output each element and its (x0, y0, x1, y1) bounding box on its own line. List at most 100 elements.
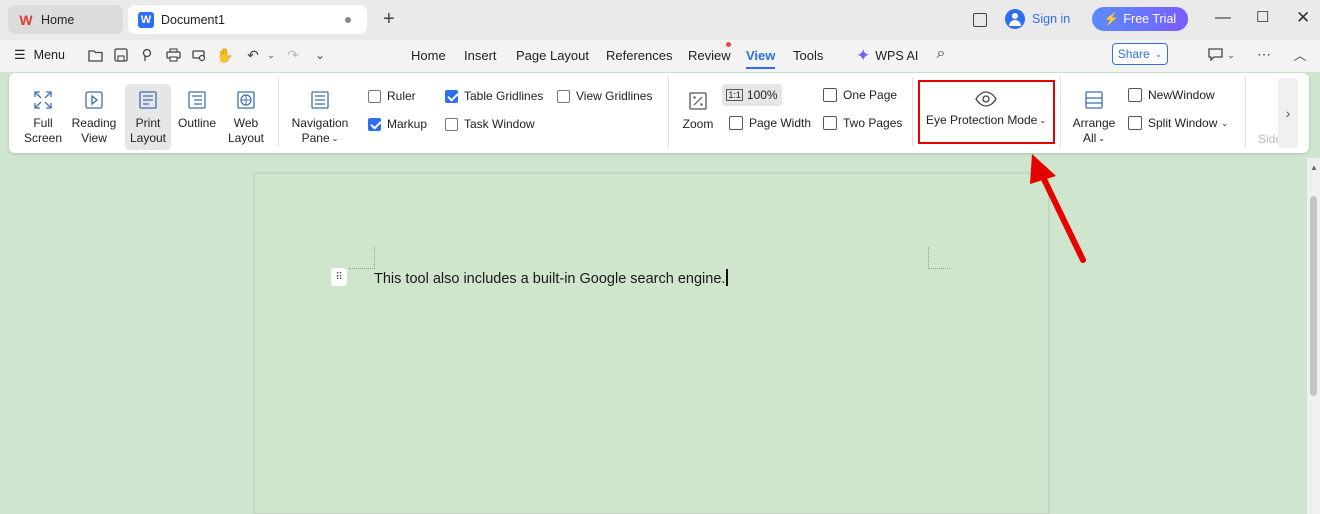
export-pdf-icon[interactable] (138, 46, 156, 64)
reading-view-icon (85, 91, 103, 109)
zoom-label: Zoom (682, 117, 714, 131)
maximize-icon[interactable]: ☐ (1256, 8, 1269, 26)
more-options-icon[interactable]: ⋯ (1255, 45, 1273, 63)
comment-dropdown-icon[interactable]: ⌄ (1222, 46, 1240, 64)
search-icon[interactable]: ⌕ (932, 45, 950, 63)
vertical-scrollbar[interactable]: ▲ (1307, 158, 1320, 514)
document-page[interactable] (254, 173, 1049, 514)
open-folder-icon[interactable] (86, 46, 104, 64)
table-gridlines-checkbox[interactable]: Table Gridlines (445, 89, 543, 103)
document-paragraph: This tool also includes a built-in Googl… (374, 271, 726, 287)
reading-view-button[interactable]: Reading View (71, 90, 117, 146)
scroll-top-icon[interactable]: ▲ (1310, 163, 1318, 172)
tab-home-menu[interactable]: Home (411, 48, 446, 63)
close-icon[interactable]: ✕ (1296, 8, 1310, 28)
paragraph-drag-handle-icon[interactable]: ⠿ (331, 268, 347, 286)
chevron-down-icon: ⌄ (1039, 116, 1047, 125)
scrollbar-thumb[interactable] (1310, 196, 1317, 396)
two-pages-button[interactable]: Two Pages (823, 116, 902, 130)
view-gridlines-checkbox-box[interactable] (557, 89, 570, 103)
sign-in-label: Sign in (1032, 12, 1071, 26)
print-preview-icon[interactable] (190, 46, 208, 64)
zoom-button[interactable]: Zoom (680, 91, 716, 132)
tab-insert[interactable]: Insert (464, 48, 497, 63)
ribbon-divider (1245, 77, 1246, 147)
web-layout-label-2: Layout (227, 131, 265, 145)
view-gridlines-checkbox[interactable]: View Gridlines (557, 89, 652, 103)
eye-protection-mode-button[interactable]: Eye Protection Mode ⌄ (922, 91, 1050, 128)
markup-checkbox-box[interactable] (368, 117, 381, 131)
ribbon-divider (1060, 77, 1061, 147)
navigation-pane-icon (311, 91, 329, 109)
reading-view-label-2: View (81, 131, 107, 145)
print-icon[interactable] (164, 46, 182, 64)
tab-view[interactable]: View (746, 48, 776, 69)
share-button[interactable]: Share ⌄ (1112, 43, 1168, 65)
title-bar: W Home W Document1 + Sign in ⚡ Free Tria… (0, 0, 1320, 40)
new-window-button[interactable]: NewWindow (1128, 88, 1215, 102)
tab-page-layout[interactable]: Page Layout (516, 48, 589, 63)
outline-icon (188, 91, 206, 109)
full-screen-button[interactable]: Full Screen (24, 90, 62, 146)
one-page-label: One Page (843, 88, 898, 102)
page-width-button[interactable]: Page Width (729, 116, 811, 130)
tab-manager-icon[interactable] (973, 13, 987, 27)
one-page-icon (823, 88, 837, 102)
arrange-all-label-1: Arrange (1072, 116, 1116, 130)
ribbon-scroll-right-icon[interactable]: › (1278, 78, 1298, 148)
new-window-icon (1128, 88, 1142, 102)
menu-button[interactable]: ☰ Menu (14, 47, 65, 63)
more-quick-actions-icon[interactable]: ⌄ (311, 46, 329, 64)
redo-icon[interactable]: ↷ (284, 46, 302, 64)
navigation-pane-label-row: Pane ⌄ (302, 131, 339, 146)
save-icon[interactable] (112, 46, 130, 64)
zoom-100-button[interactable]: 1:1 100% (722, 84, 782, 106)
table-gridlines-label: Table Gridlines (464, 89, 544, 103)
one-page-button[interactable]: One Page (823, 88, 897, 102)
ruler-checkbox-box[interactable] (368, 89, 381, 103)
full-screen-label-2: Screen (23, 131, 63, 145)
wps-logo-icon: W (19, 11, 33, 28)
arrange-all-button[interactable]: Arrange All ⌄ (1070, 90, 1118, 146)
tab-tools[interactable]: Tools (793, 48, 823, 63)
eye-icon (975, 91, 997, 107)
new-tab-icon[interactable]: + (383, 8, 395, 31)
undo-dropdown-icon[interactable]: ⌄ (262, 46, 280, 64)
wps-ai-label: WPS AI (875, 49, 919, 63)
minimize-icon[interactable]: — (1215, 9, 1231, 27)
task-window-checkbox-box[interactable] (445, 117, 458, 131)
free-trial-button[interactable]: ⚡ Free Trial (1092, 7, 1188, 31)
sign-in-button[interactable]: Sign in (1005, 9, 1070, 29)
undo-icon[interactable]: ↶ (244, 46, 262, 64)
arrange-all-label-2: All (1082, 131, 1097, 145)
tab-home[interactable]: W Home (8, 5, 123, 34)
chevron-down-icon: ⌄ (1098, 134, 1106, 143)
tab-review[interactable]: Review (688, 48, 731, 63)
outline-button[interactable]: Outline (176, 90, 218, 131)
one-to-one-icon: 1:1 (726, 89, 743, 101)
document-body-text[interactable]: This tool also includes a built-in Googl… (374, 269, 728, 287)
full-screen-label-1: Full (33, 116, 53, 130)
split-window-button[interactable]: Split Window ⌄ (1128, 116, 1228, 130)
tab-document[interactable]: W Document1 (128, 5, 367, 34)
format-painter-icon[interactable]: ✋ (216, 46, 234, 64)
margin-corner-right (928, 247, 950, 269)
navigation-pane-button[interactable]: Navigation Pane ⌄ (289, 90, 351, 146)
tab-references[interactable]: References (606, 48, 672, 63)
print-layout-button[interactable]: Print Layout (125, 84, 171, 150)
table-gridlines-checkbox-box[interactable] (445, 89, 458, 103)
unsaved-dot-icon[interactable] (345, 17, 351, 23)
markup-checkbox[interactable]: Markup (368, 117, 427, 131)
zoom-100-label: 100% (746, 88, 778, 102)
globe-icon (237, 91, 255, 109)
ruler-checkbox[interactable]: Ruler (368, 89, 416, 103)
new-window-label: NewWindow (1148, 88, 1215, 102)
ribbon-divider (668, 77, 669, 147)
collapse-ribbon-icon[interactable]: ︿ (1291, 45, 1309, 63)
wps-ai-button[interactable]: ✦ WPS AI (856, 46, 918, 66)
hamburger-icon: ☰ (14, 47, 26, 62)
web-layout-button[interactable]: Web Layout (226, 90, 266, 146)
two-pages-label: Two Pages (843, 116, 903, 130)
ribbon-divider (278, 77, 279, 147)
task-window-checkbox[interactable]: Task Window (445, 117, 535, 131)
